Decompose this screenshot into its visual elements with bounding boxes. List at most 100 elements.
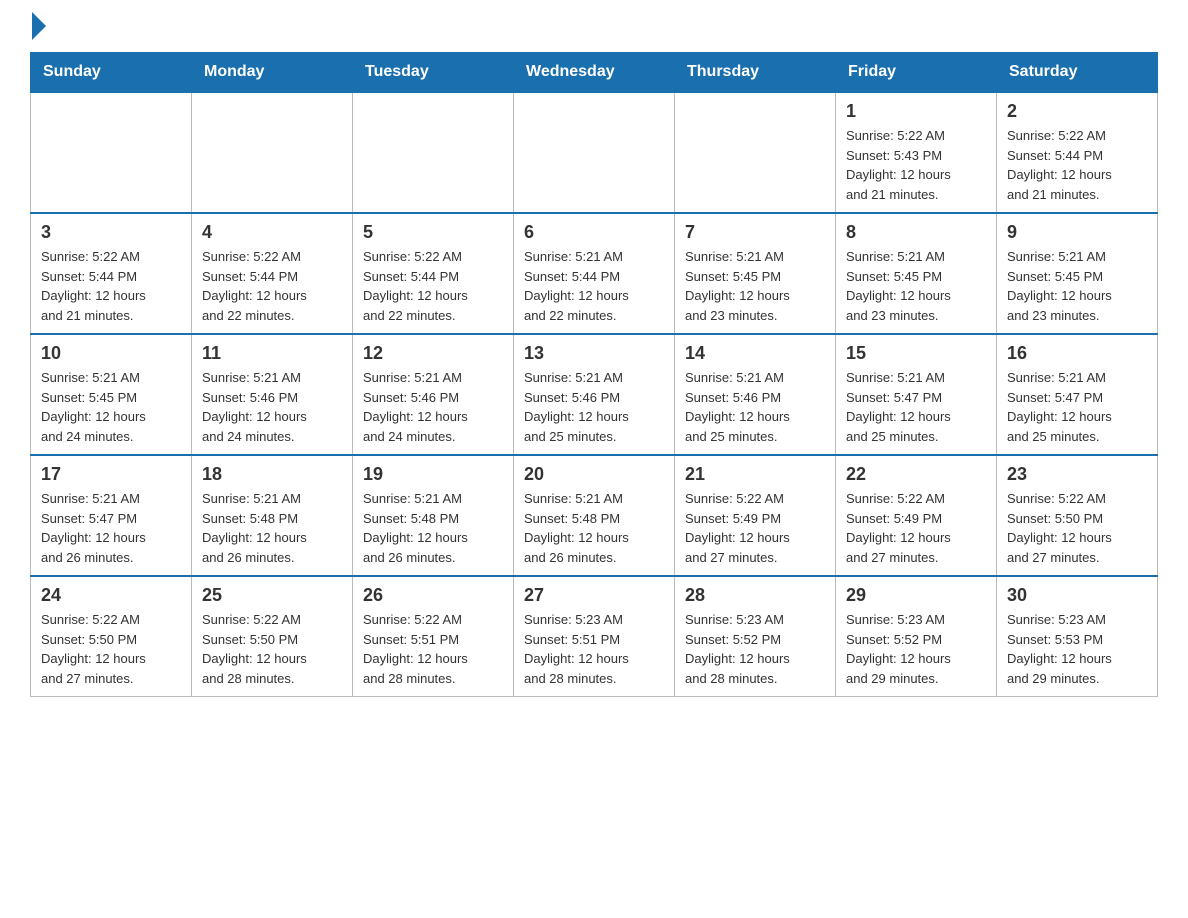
- week-row-2: 3 Sunrise: 5:22 AMSunset: 5:44 PMDaylight…: [31, 213, 1158, 334]
- calendar-cell: 21 Sunrise: 5:22 AMSunset: 5:49 PMDayligh…: [675, 455, 836, 576]
- weekday-header-row: SundayMondayTuesdayWednesdayThursdayFrid…: [31, 53, 1158, 93]
- day-info: Sunrise: 5:21 AMSunset: 5:45 PMDaylight:…: [41, 368, 181, 446]
- calendar-cell: 22 Sunrise: 5:22 AMSunset: 5:49 PMDayligh…: [836, 455, 997, 576]
- calendar-cell: 25 Sunrise: 5:22 AMSunset: 5:50 PMDayligh…: [192, 576, 353, 697]
- calendar-cell: 8Sunrise: 5:21 AMSunset: 5:45 PMDaylight…: [836, 213, 997, 334]
- weekday-header-tuesday: Tuesday: [353, 53, 514, 93]
- day-info: Sunrise: 5:21 AMSunset: 5:45 PMDaylight:…: [846, 247, 986, 325]
- calendar-cell: 27Sunrise: 5:23 AMSunset: 5:51 PMDayligh…: [514, 576, 675, 697]
- calendar-cell: 19 Sunrise: 5:21 AMSunset: 5:48 PMDayligh…: [353, 455, 514, 576]
- weekday-header-saturday: Saturday: [997, 53, 1158, 93]
- day-number: 27: [524, 585, 664, 606]
- day-number: 3: [41, 222, 181, 243]
- calendar-cell: 18 Sunrise: 5:21 AMSunset: 5:48 PMDayligh…: [192, 455, 353, 576]
- calendar-cell: 7 Sunrise: 5:21 AMSunset: 5:45 PMDaylight…: [675, 213, 836, 334]
- day-number: 24: [41, 585, 181, 606]
- day-info: Sunrise: 5:22 AMSunset: 5:44 PMDaylight:…: [202, 247, 342, 325]
- day-number: 23: [1007, 464, 1147, 485]
- day-info: Sunrise: 5:21 AMSunset: 5:48 PMDaylight:…: [363, 489, 503, 567]
- calendar-cell: 26 Sunrise: 5:22 AMSunset: 5:51 PMDayligh…: [353, 576, 514, 697]
- calendar-cell: 12Sunrise: 5:21 AMSunset: 5:46 PMDayligh…: [353, 334, 514, 455]
- day-info: Sunrise: 5:22 AMSunset: 5:50 PMDaylight:…: [41, 610, 181, 688]
- calendar-cell: 10 Sunrise: 5:21 AMSunset: 5:45 PMDayligh…: [31, 334, 192, 455]
- calendar-cell: 14 Sunrise: 5:21 AMSunset: 5:46 PMDayligh…: [675, 334, 836, 455]
- day-info: Sunrise: 5:21 AMSunset: 5:48 PMDaylight:…: [202, 489, 342, 567]
- calendar-cell: 23 Sunrise: 5:22 AMSunset: 5:50 PMDayligh…: [997, 455, 1158, 576]
- day-number: 2: [1007, 101, 1147, 122]
- calendar-table: SundayMondayTuesdayWednesdayThursdayFrid…: [30, 52, 1158, 697]
- day-number: 28: [685, 585, 825, 606]
- day-number: 14: [685, 343, 825, 364]
- day-info: Sunrise: 5:22 AMSunset: 5:51 PMDaylight:…: [363, 610, 503, 688]
- day-number: 20: [524, 464, 664, 485]
- day-number: 5: [363, 222, 503, 243]
- day-number: 19: [363, 464, 503, 485]
- day-number: 10: [41, 343, 181, 364]
- calendar-cell: 3 Sunrise: 5:22 AMSunset: 5:44 PMDaylight…: [31, 213, 192, 334]
- day-info: Sunrise: 5:21 AMSunset: 5:47 PMDaylight:…: [846, 368, 986, 446]
- day-info: Sunrise: 5:22 AMSunset: 5:50 PMDaylight:…: [1007, 489, 1147, 567]
- day-number: 18: [202, 464, 342, 485]
- weekday-header-thursday: Thursday: [675, 53, 836, 93]
- calendar-cell: 4 Sunrise: 5:22 AMSunset: 5:44 PMDaylight…: [192, 213, 353, 334]
- weekday-header-sunday: Sunday: [31, 53, 192, 93]
- day-info: Sunrise: 5:22 AMSunset: 5:43 PMDaylight:…: [846, 126, 986, 204]
- calendar-cell: [192, 92, 353, 213]
- day-number: 12: [363, 343, 503, 364]
- logo-triangle-icon: [32, 12, 46, 40]
- weekday-header-friday: Friday: [836, 53, 997, 93]
- day-info: Sunrise: 5:23 AMSunset: 5:53 PMDaylight:…: [1007, 610, 1147, 688]
- calendar-cell: [675, 92, 836, 213]
- calendar-cell: 24 Sunrise: 5:22 AMSunset: 5:50 PMDayligh…: [31, 576, 192, 697]
- calendar-cell: 6Sunrise: 5:21 AMSunset: 5:44 PMDaylight…: [514, 213, 675, 334]
- calendar-cell: [31, 92, 192, 213]
- day-number: 15: [846, 343, 986, 364]
- week-row-1: 1 Sunrise: 5:22 AMSunset: 5:43 PMDaylight…: [31, 92, 1158, 213]
- day-number: 7: [685, 222, 825, 243]
- day-info: Sunrise: 5:21 AMSunset: 5:44 PMDaylight:…: [524, 247, 664, 325]
- page-header: [30, 20, 1158, 32]
- day-info: Sunrise: 5:23 AMSunset: 5:52 PMDaylight:…: [846, 610, 986, 688]
- day-number: 1: [846, 101, 986, 122]
- logo: [30, 20, 46, 32]
- day-number: 26: [363, 585, 503, 606]
- day-info: Sunrise: 5:21 AMSunset: 5:46 PMDaylight:…: [524, 368, 664, 446]
- day-number: 17: [41, 464, 181, 485]
- day-number: 25: [202, 585, 342, 606]
- day-number: 22: [846, 464, 986, 485]
- weekday-header-wednesday: Wednesday: [514, 53, 675, 93]
- day-info: Sunrise: 5:21 AMSunset: 5:46 PMDaylight:…: [685, 368, 825, 446]
- day-number: 16: [1007, 343, 1147, 364]
- day-info: Sunrise: 5:21 AMSunset: 5:48 PMDaylight:…: [524, 489, 664, 567]
- calendar-cell: 15 Sunrise: 5:21 AMSunset: 5:47 PMDayligh…: [836, 334, 997, 455]
- day-info: Sunrise: 5:22 AMSunset: 5:44 PMDaylight:…: [363, 247, 503, 325]
- calendar-cell: 28 Sunrise: 5:23 AMSunset: 5:52 PMDayligh…: [675, 576, 836, 697]
- day-number: 9: [1007, 222, 1147, 243]
- day-number: 21: [685, 464, 825, 485]
- day-info: Sunrise: 5:21 AMSunset: 5:47 PMDaylight:…: [41, 489, 181, 567]
- calendar-cell: 16 Sunrise: 5:21 AMSunset: 5:47 PMDayligh…: [997, 334, 1158, 455]
- day-info: Sunrise: 5:23 AMSunset: 5:52 PMDaylight:…: [685, 610, 825, 688]
- day-info: Sunrise: 5:22 AMSunset: 5:44 PMDaylight:…: [1007, 126, 1147, 204]
- day-number: 11: [202, 343, 342, 364]
- day-number: 13: [524, 343, 664, 364]
- calendar-cell: [353, 92, 514, 213]
- day-number: 4: [202, 222, 342, 243]
- calendar-cell: 1 Sunrise: 5:22 AMSunset: 5:43 PMDaylight…: [836, 92, 997, 213]
- day-info: Sunrise: 5:22 AMSunset: 5:49 PMDaylight:…: [685, 489, 825, 567]
- day-info: Sunrise: 5:22 AMSunset: 5:44 PMDaylight:…: [41, 247, 181, 325]
- weekday-header-monday: Monday: [192, 53, 353, 93]
- day-info: Sunrise: 5:22 AMSunset: 5:49 PMDaylight:…: [846, 489, 986, 567]
- day-number: 30: [1007, 585, 1147, 606]
- calendar-cell: 20 Sunrise: 5:21 AMSunset: 5:48 PMDayligh…: [514, 455, 675, 576]
- week-row-4: 17 Sunrise: 5:21 AMSunset: 5:47 PMDayligh…: [31, 455, 1158, 576]
- day-info: Sunrise: 5:21 AMSunset: 5:45 PMDaylight:…: [685, 247, 825, 325]
- day-info: Sunrise: 5:22 AMSunset: 5:50 PMDaylight:…: [202, 610, 342, 688]
- calendar-cell: 11 Sunrise: 5:21 AMSunset: 5:46 PMDayligh…: [192, 334, 353, 455]
- calendar-cell: 2 Sunrise: 5:22 AMSunset: 5:44 PMDaylight…: [997, 92, 1158, 213]
- day-info: Sunrise: 5:21 AMSunset: 5:46 PMDaylight:…: [202, 368, 342, 446]
- calendar-cell: [514, 92, 675, 213]
- day-info: Sunrise: 5:21 AMSunset: 5:45 PMDaylight:…: [1007, 247, 1147, 325]
- day-number: 29: [846, 585, 986, 606]
- day-info: Sunrise: 5:21 AMSunset: 5:47 PMDaylight:…: [1007, 368, 1147, 446]
